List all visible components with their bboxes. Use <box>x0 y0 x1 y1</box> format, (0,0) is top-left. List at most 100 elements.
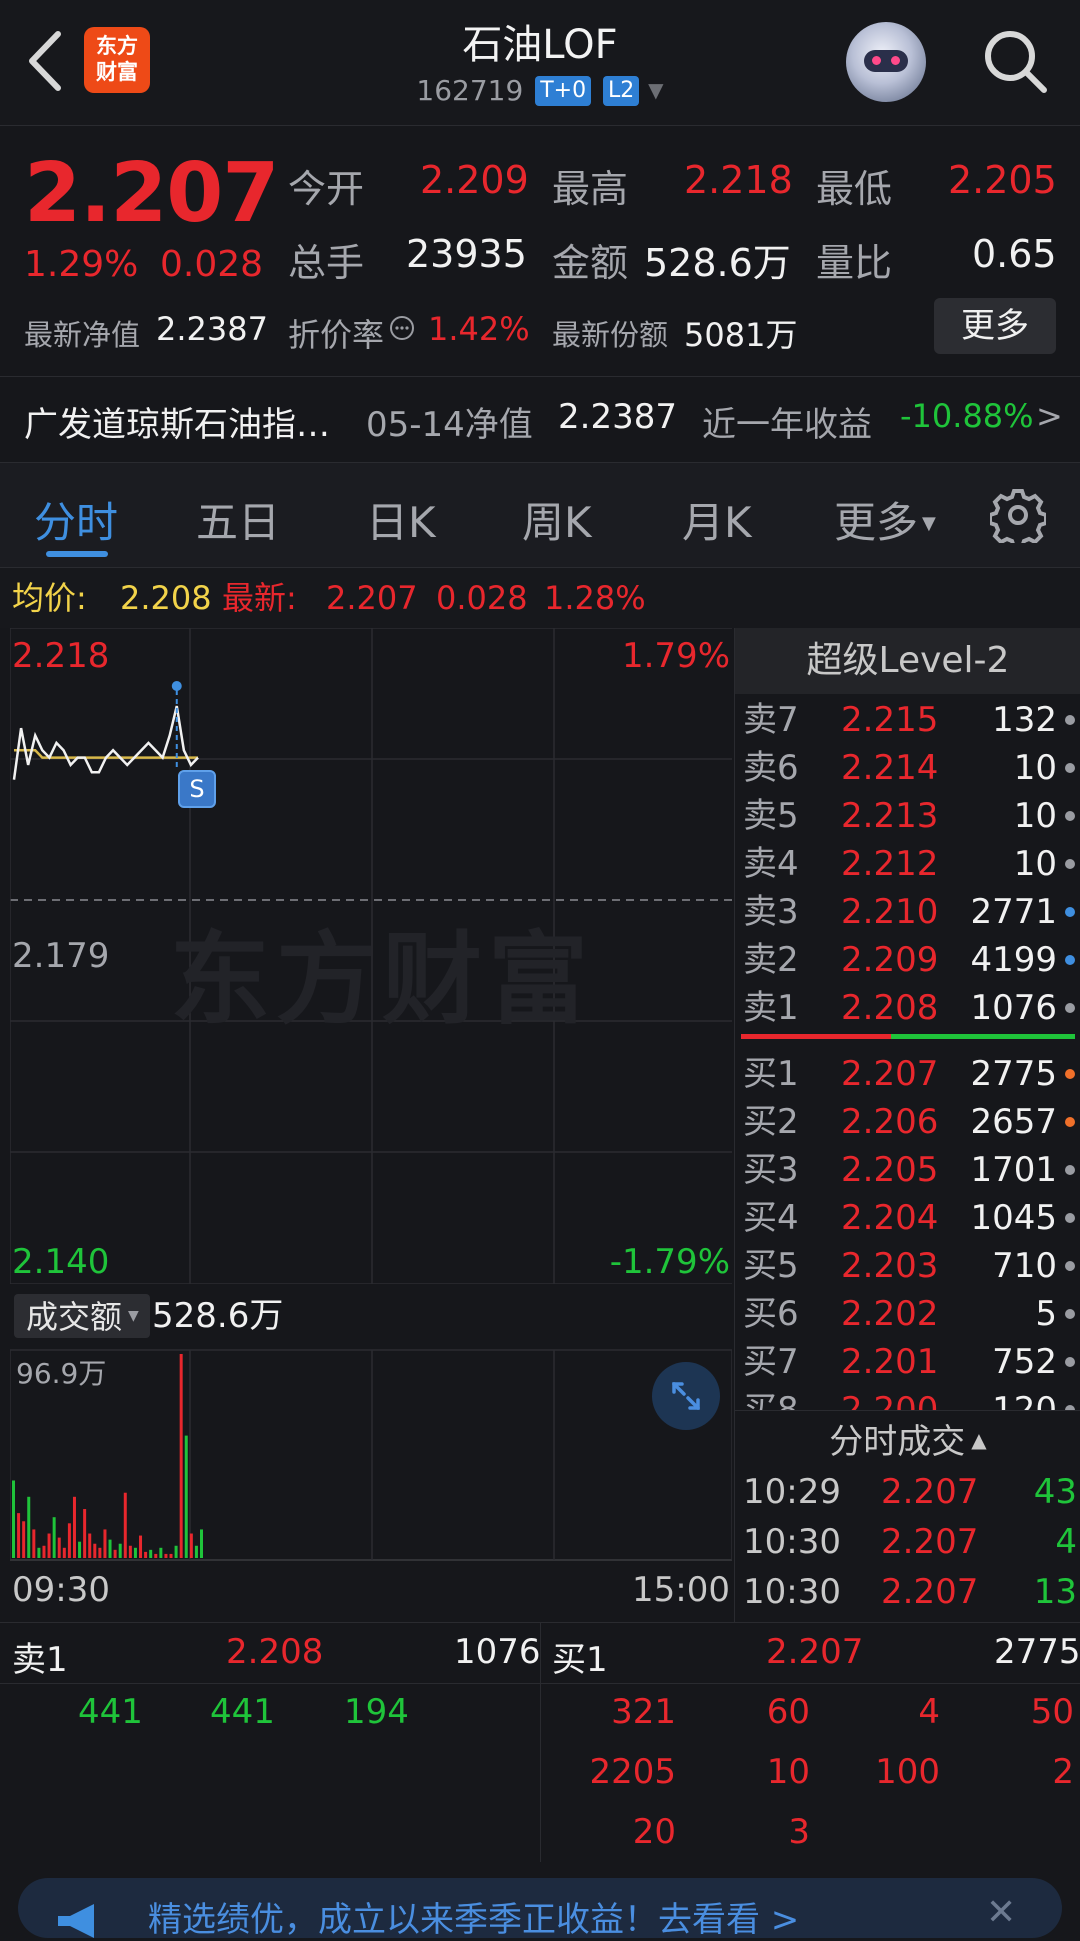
asks-row[interactable]: 卖2 2.209 4199 <box>735 936 1080 984</box>
trade-price: 2.207 <box>881 1572 979 1612</box>
volume-bar <box>42 1545 46 1558</box>
volume-bar <box>189 1533 193 1558</box>
asks-row[interactable]: 卖1 2.208 1076 <box>735 984 1080 1032</box>
asks-row[interactable]: 卖4 2.212 10 <box>735 840 1080 888</box>
more-button[interactable]: 更多 <box>934 298 1056 354</box>
current-price: 2.207 <box>24 146 279 241</box>
l2-tag: L2 <box>603 76 640 106</box>
robot-avatar-icon[interactable] <box>846 22 926 102</box>
queue-buy-order: 60 <box>766 1692 810 1732</box>
asks-row[interactable]: 卖7 2.215 132 <box>735 696 1080 744</box>
signal-marker[interactable]: S <box>178 770 216 808</box>
trade-ticks-panel[interactable]: 分时成交 ▲ 10:29 2.207 43 10:30 2.207 4 10:30 2.207 1… <box>734 1410 1080 1623</box>
trade-volume: 13 <box>1033 1572 1077 1612</box>
dropdown-caret-icon: ▼ <box>648 78 664 102</box>
bids-row[interactable]: 买4 2.204 1045 <box>735 1194 1080 1242</box>
info-circle-icon[interactable] <box>388 314 416 342</box>
asks-volume: 132 <box>992 700 1057 740</box>
queue-buy-order: 10 <box>766 1752 810 1792</box>
volume-bar <box>22 1521 26 1558</box>
y-axis-bottom-label: 2.140 <box>12 1242 110 1282</box>
avg-label: 均价: <box>12 579 87 617</box>
bids-row[interactable]: 买5 2.203 710 <box>735 1242 1080 1290</box>
asks-dot-icon <box>1065 715 1075 725</box>
tab-intraday[interactable]: 分时 <box>34 489 118 550</box>
level2-orderbook[interactable]: 超级Level-2 卖7 2.215 132 卖6 2.214 10 卖5 2.213 10 卖4… <box>734 628 1080 1430</box>
bids-row[interactable]: 买2 2.206 2657 <box>735 1098 1080 1146</box>
expand-chart-icon[interactable] <box>652 1362 720 1430</box>
promo-text: 精选绩优，成立以来季季正收益！去看看 > <box>148 1900 800 1940</box>
queue-buy-order: 2205 <box>589 1752 676 1792</box>
stock-code: 162719 <box>416 74 524 107</box>
queue-buy-order: 4 <box>918 1692 940 1732</box>
bids-row[interactable]: 买7 2.201 752 <box>735 1338 1080 1386</box>
queue-sell-price: 2.208 <box>226 1632 324 1672</box>
fund-info-row[interactable]: 广发道琼斯石油指… 05-14净值 2.2387 近一年收益 -10.88% > <box>0 376 1080 461</box>
volume-bar <box>149 1549 153 1558</box>
volume-bar <box>103 1529 107 1558</box>
volume-panel: 成交额 ▼ 528.6万 96.9万 09:30 15:00 <box>10 1284 732 1624</box>
asks-row[interactable]: 卖6 2.214 10 <box>735 744 1080 792</box>
bids-row[interactable]: 买1 2.207 2775 <box>735 1050 1080 1098</box>
queue-buy-order: 20 <box>632 1812 676 1852</box>
search-icon[interactable] <box>980 26 1050 96</box>
stock-code-row[interactable]: 162719 T+0 L2 ▼ <box>340 74 740 107</box>
tab-more[interactable]: 更多 ▼ <box>834 489 936 550</box>
bid-strength-bar <box>891 1034 1075 1039</box>
trades-title[interactable]: 分时成交 ▲ <box>735 1415 1080 1467</box>
bids-dot-icon <box>1065 1213 1075 1223</box>
avg-value: 2.208 <box>120 579 212 617</box>
bids-level-label: 买4 <box>743 1198 799 1238</box>
yield-value: -10.88% <box>900 397 1034 435</box>
bids-row[interactable]: 买6 2.202 5 <box>735 1290 1080 1338</box>
volume-bar <box>52 1517 56 1558</box>
bids-volume: 2775 <box>970 1054 1057 1094</box>
chevron-right-icon: > <box>1036 397 1063 435</box>
asks-volume: 10 <box>1013 748 1057 788</box>
volume-bar <box>118 1543 122 1558</box>
asks-level-label: 卖2 <box>743 940 799 980</box>
asks-row[interactable]: 卖5 2.213 10 <box>735 792 1080 840</box>
tab-monthly-k[interactable]: 月K <box>682 489 752 550</box>
watermark: 东方财富 <box>170 921 594 1038</box>
bids-row[interactable]: 买3 2.205 1701 <box>735 1146 1080 1194</box>
asks-dot-icon <box>1065 1003 1075 1013</box>
intraday-chart[interactable]: 2.218 1.79% 2.179 2.140 -1.79% S 东方财富 <box>10 628 732 1284</box>
low-label: 最低 <box>816 167 893 211</box>
asks-volume: 4199 <box>970 940 1057 980</box>
bids-price: 2.207 <box>841 1054 939 1094</box>
volume-bar <box>139 1535 143 1558</box>
bids-dot-icon <box>1065 1309 1075 1319</box>
volume-bar <box>72 1496 76 1558</box>
asks-dot-icon <box>1065 763 1075 773</box>
asks-level-label: 卖7 <box>743 700 799 740</box>
asks-price: 2.210 <box>841 892 939 932</box>
pct-axis-bottom-label: -1.79% <box>609 1242 730 1282</box>
asks-dot-icon <box>1065 955 1075 965</box>
volume-bar <box>174 1545 178 1558</box>
high-label: 最高 <box>552 167 629 211</box>
asks-row[interactable]: 卖3 2.210 2771 <box>735 888 1080 936</box>
volume-label: 总手 <box>288 241 365 285</box>
trade-time: 10:29 <box>743 1472 841 1512</box>
bids-dot-icon <box>1065 1165 1075 1175</box>
app-logo[interactable]: 东方 财富 <box>84 27 150 93</box>
volume-bar <box>88 1533 92 1558</box>
promo-banner[interactable]: 精选绩优，成立以来季季正收益！去看看 > ✕ <box>18 1878 1062 1940</box>
discount-value: 1.42% <box>428 310 530 348</box>
shares-value: 5081万 <box>684 316 798 354</box>
tab-five-day[interactable]: 五日 <box>196 489 280 550</box>
settings-gear-icon[interactable] <box>990 487 1046 543</box>
bids-volume: 710 <box>992 1246 1057 1286</box>
close-icon[interactable]: ✕ <box>986 1892 1016 1933</box>
tab-weekly-k[interactable]: 周K <box>522 489 592 550</box>
queue-buy-label: 买1 <box>552 1640 608 1680</box>
nav-date-label: 05-14净值 <box>366 405 533 445</box>
back-arrow-icon[interactable] <box>22 26 70 96</box>
shares-label: 最新份额 <box>552 318 669 352</box>
fund-name: 广发道琼斯石油指… <box>24 405 330 445</box>
tab-daily-k[interactable]: 日K <box>366 489 436 550</box>
queue-sell-order: 441 <box>78 1692 143 1732</box>
average-price-bar: 均价: 2.208 最新: 2.207 0.028 1.28% <box>0 568 1080 628</box>
queue-buy-price: 2.207 <box>766 1632 864 1672</box>
